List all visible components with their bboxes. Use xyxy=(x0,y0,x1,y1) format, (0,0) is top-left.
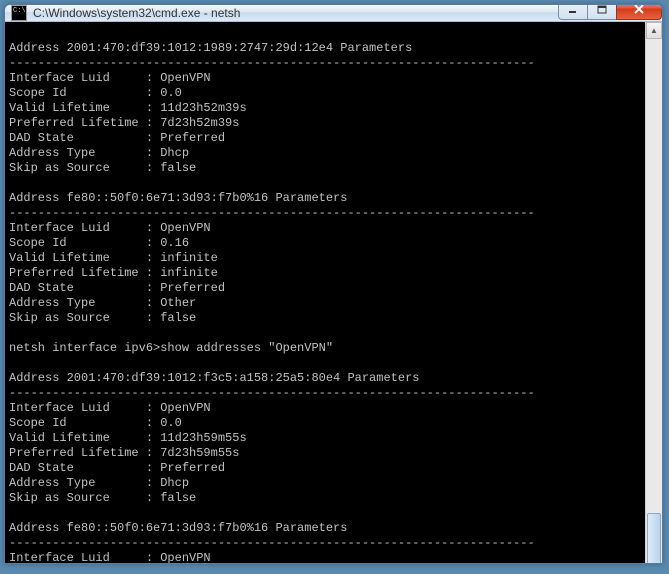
window-title: C:\Windows\system32\cmd.exe - netsh xyxy=(33,6,559,20)
scroll-thumb[interactable] xyxy=(647,513,661,564)
cmd-window: C:\Windows\system32\cmd.exe - netsh Addr… xyxy=(4,4,663,564)
client-area: Address 2001:470:df39:1012:1989:2747:29d… xyxy=(5,22,662,564)
close-button[interactable] xyxy=(616,4,662,20)
scroll-track[interactable] xyxy=(646,39,662,564)
terminal-output[interactable]: Address 2001:470:df39:1012:1989:2747:29d… xyxy=(5,22,645,564)
maximize-button[interactable] xyxy=(587,4,617,20)
window-buttons xyxy=(559,4,662,20)
titlebar[interactable]: C:\Windows\system32\cmd.exe - netsh xyxy=(5,5,662,22)
app-icon xyxy=(11,5,27,21)
scroll-up-button[interactable]: ▲ xyxy=(646,22,662,39)
vertical-scrollbar[interactable]: ▲ ▼ xyxy=(645,22,662,564)
minimize-button[interactable] xyxy=(558,4,588,20)
